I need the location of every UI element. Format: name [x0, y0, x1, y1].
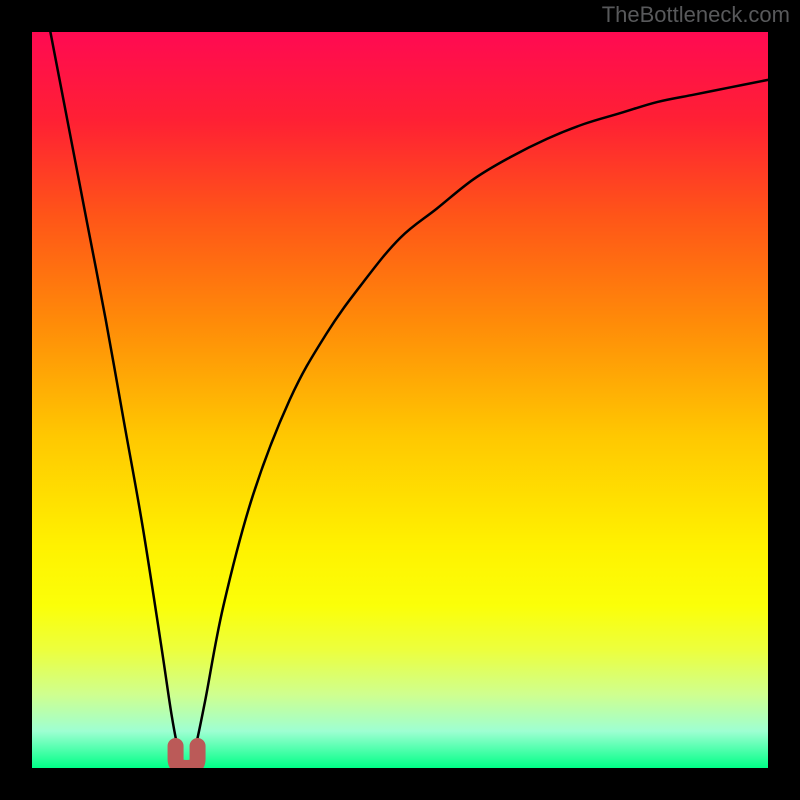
minimum-marker — [32, 32, 768, 768]
watermark-text: TheBottleneck.com — [602, 2, 790, 28]
